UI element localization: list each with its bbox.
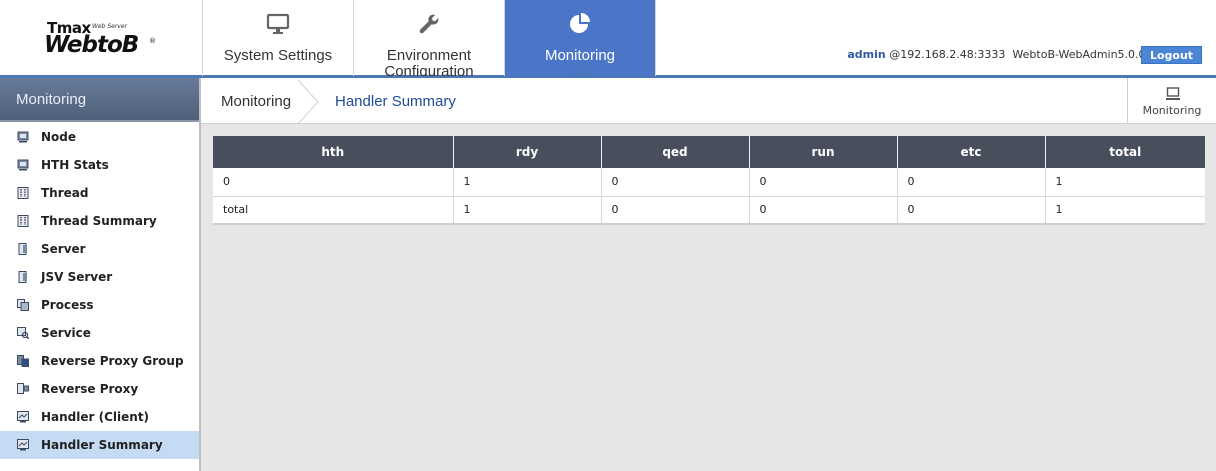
sidebar-item-node[interactable]: Node [0,123,199,151]
sidebar-title: Monitoring [0,78,199,122]
sidebar-item-service[interactable]: Service [0,319,199,347]
column-header-hth[interactable]: hth [213,136,454,168]
monitor-icon [266,13,290,34]
sidebar-item-handler-summary[interactable]: Handler Summary [0,431,199,459]
active-tab-caret [574,69,590,76]
jsv-server-icon [18,271,27,283]
hth-stats-icon [17,159,29,171]
wrench-icon [419,14,439,34]
breadcrumb: Monitoring Handler Summary Monitoring [201,78,1216,124]
table-cell: 0 [749,196,898,225]
page-title: Handler Summary [335,93,456,110]
thread-icon [17,187,29,199]
sidebar-item-label: Thread [41,186,89,200]
column-header-qed[interactable]: qed [601,136,750,168]
handler-client-icon [17,411,29,423]
tab-environment-configuration[interactable]: Environment Configuration [354,0,505,76]
table-cell: 0 [897,196,1046,225]
monitoring-shortcut-button[interactable]: Monitoring [1127,78,1216,124]
sidebar-item-label: Reverse Proxy [41,382,139,396]
table-cell: 0 [897,168,1046,197]
main-content: Monitoring Handler Summary Monitoring ht… [201,78,1216,471]
table-cell: 0 [213,168,454,197]
table-cell: total [213,196,454,225]
sidebar-item-label: Handler (Client) [41,410,150,424]
sidebar-item-label: Service [41,326,91,340]
sidebar-item-label: Process [41,298,94,312]
column-header-run[interactable]: run [749,136,898,168]
breadcrumb-separator-icon [297,80,319,124]
monitoring-shortcut-label: Monitoring [1142,104,1202,117]
table-cell: 0 [601,168,750,197]
table-cell: 1 [1045,168,1205,197]
sidebar-item-label: Reverse Proxy Group [41,354,184,368]
tab-system-settings[interactable]: System Settings [203,0,354,76]
handler-summary-table: hth rdy qed run etc total 0 1 0 0 0 1 to… [213,136,1205,225]
table-cell: 1 [1045,196,1205,225]
server-icon [18,243,27,255]
app-header: Tmax Web Server WebtoB ® System Settings… [0,0,1216,78]
column-header-etc[interactable]: etc [897,136,1046,168]
tab-monitoring[interactable]: Monitoring [505,0,656,76]
sidebar-menu: Node HTH Stats Thread Thread Summary Ser… [0,122,199,459]
sidebar-item-server[interactable]: Server [0,235,199,263]
sidebar-item-process[interactable]: Process [0,291,199,319]
user-host: @192.168.2.48:3333 [889,48,1006,61]
logout-button[interactable]: Logout [1141,46,1202,64]
logo-web-server-text: Web Server [92,23,128,30]
sidebar-item-label: Node [41,130,77,144]
reverse-proxy-icon [17,383,29,394]
sidebar-item-label: HTH Stats [41,158,109,172]
sidebar-item-hth-stats[interactable]: HTH Stats [0,151,199,179]
webtob-logo[interactable]: Tmax Web Server WebtoB ® [0,0,203,76]
column-header-total[interactable]: total [1045,136,1205,168]
tab-environment-configuration-label: Environment Configuration [384,47,474,77]
sidebar-item-label: Handler Summary [41,438,163,452]
table-row[interactable]: 0 1 0 0 0 1 [213,168,1205,197]
table-cell: 1 [453,196,602,225]
tab-monitoring-label: Monitoring [544,47,616,64]
monitor-icon [1166,87,1180,100]
user-name: admin [847,48,886,61]
sidebar: Monitoring Node HTH Stats Thread Thread … [0,78,201,471]
logo-webtob-text: WebtoB [44,32,139,58]
service-icon [17,327,29,339]
process-icon [17,299,29,311]
sidebar-item-label: Thread Summary [41,214,157,228]
logo-registered-mark: ® [149,37,156,45]
table-header-row: hth rdy qed run etc total [213,136,1205,168]
table-cell: 0 [749,168,898,197]
table-cell: 1 [453,168,602,197]
sidebar-item-label: JSV Server [41,270,113,284]
sidebar-item-reverse-proxy-group[interactable]: Reverse Proxy Group [0,347,199,375]
table-row[interactable]: total 1 0 0 0 1 [213,196,1205,225]
sidebar-item-thread-summary[interactable]: Thread Summary [0,207,199,235]
table-cell: 0 [601,196,750,225]
sidebar-item-handler-client[interactable]: Handler (Client) [0,403,199,431]
column-header-rdy[interactable]: rdy [453,136,602,168]
handler-summary-icon [17,439,29,451]
sidebar-item-jsv-server[interactable]: JSV Server [0,263,199,291]
sidebar-item-thread[interactable]: Thread [0,179,199,207]
tab-system-settings-label: System Settings [223,47,333,64]
sidebar-item-reverse-proxy[interactable]: Reverse Proxy [0,375,199,403]
reverse-proxy-group-icon [17,355,29,367]
user-info: admin @192.168.2.48:3333 WebtoB-WebAdmin… [847,48,1174,61]
sidebar-item-label: Server [41,242,86,256]
thread-summary-icon [17,215,29,227]
pie-chart-icon [570,13,590,33]
node-icon [17,131,29,143]
breadcrumb-parent[interactable]: Monitoring [221,93,291,110]
